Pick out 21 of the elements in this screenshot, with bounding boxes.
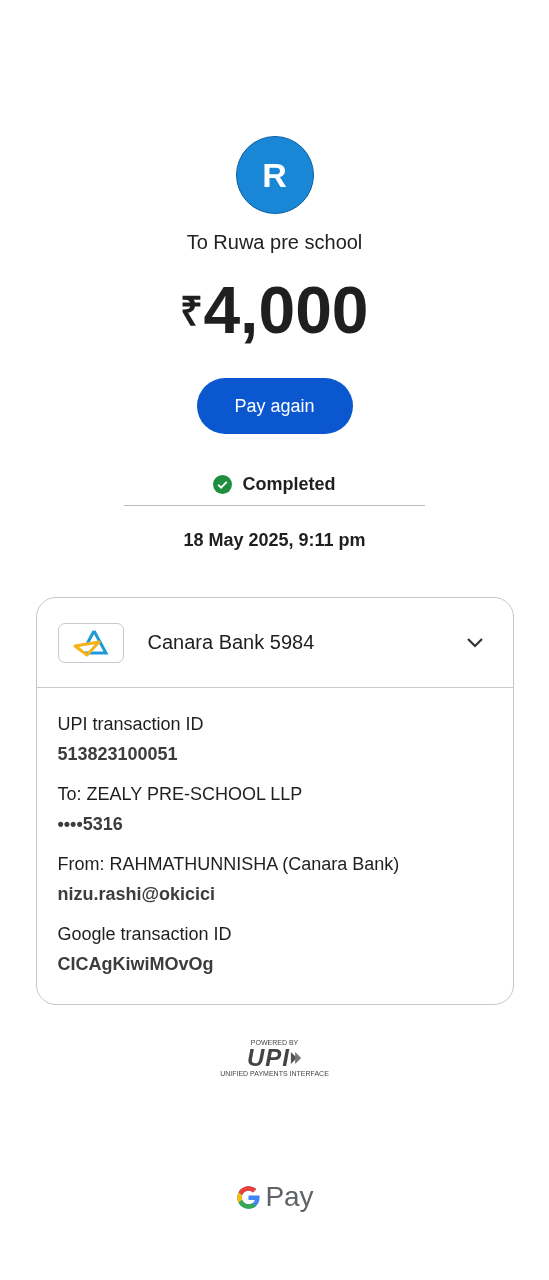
- detail-value: ••••5316: [57, 813, 124, 836]
- bank-account-name: Canara Bank 5984: [147, 631, 316, 654]
- payee-name: To Ruwa pre school: [186, 231, 363, 254]
- upi-logo-text: UPI: [247, 1046, 290, 1070]
- status-label: Completed: [242, 474, 336, 495]
- transaction-date: 18 May 2025, 9:11 pm: [183, 530, 366, 551]
- detail-label: Google transaction ID: [57, 923, 233, 946]
- avatar: R: [235, 136, 314, 214]
- detail-value: CICAgKiwiMOvOg: [57, 953, 215, 976]
- amount-value: 4,000: [203, 272, 369, 348]
- chevrons-icon: [290, 1051, 302, 1065]
- pay-again-button[interactable]: Pay again: [196, 378, 353, 434]
- detail-value: 513823100051: [57, 743, 179, 766]
- currency-symbol: ₹: [180, 288, 204, 335]
- google-g-icon: [235, 1183, 263, 1211]
- bank-logo-icon: [57, 622, 124, 663]
- detail-value: nizu.rashi@okicici: [57, 883, 217, 906]
- detail-label: From: RAHMATHUNNISHA (Canara Bank): [57, 853, 401, 876]
- gpay-logo-text: Pay: [265, 1181, 314, 1213]
- detail-label: To: ZEALY PRE-SCHOOL LLP: [57, 783, 304, 806]
- detail-label: UPI transaction ID: [57, 713, 205, 736]
